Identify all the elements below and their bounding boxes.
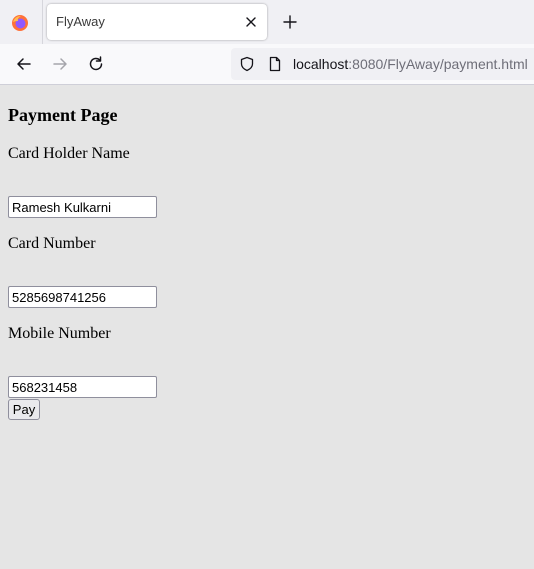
mobile-number-label: Mobile Number [8, 325, 111, 342]
pay-button[interactable]: Pay [8, 399, 40, 420]
mobile-number-input[interactable] [8, 376, 157, 398]
forward-arrow-icon[interactable] [50, 54, 70, 74]
new-tab-icon[interactable] [280, 12, 300, 32]
firefox-icon[interactable] [11, 14, 29, 32]
back-arrow-icon[interactable] [14, 54, 34, 74]
card-number-input[interactable] [8, 286, 157, 308]
card-holder-name-input[interactable] [8, 196, 157, 218]
browser-nav-bar: localhost:8080/FlyAway/payment.html [0, 44, 534, 85]
browser-tab-strip: FlyAway [0, 0, 534, 44]
url-text[interactable]: localhost:8080/FlyAway/payment.html [293, 56, 528, 72]
page-title: Payment Page [8, 105, 118, 125]
url-host: localhost [293, 56, 349, 72]
card-holder-name-label: Card Holder Name [8, 145, 130, 162]
url-path: :8080/FlyAway/payment.html [348, 56, 528, 72]
card-number-label: Card Number [8, 235, 96, 252]
reload-icon[interactable] [86, 54, 106, 74]
url-bar[interactable]: localhost:8080/FlyAway/payment.html [231, 48, 534, 80]
page-icon[interactable] [267, 56, 283, 72]
browser-tab[interactable]: FlyAway [47, 4, 267, 40]
tab-title: FlyAway [56, 14, 105, 29]
tab-separator [42, 0, 43, 44]
close-tab-icon[interactable] [241, 12, 261, 32]
page-content: Payment Page Card Holder Name Card Numbe… [0, 85, 534, 569]
shield-icon[interactable] [239, 56, 255, 72]
